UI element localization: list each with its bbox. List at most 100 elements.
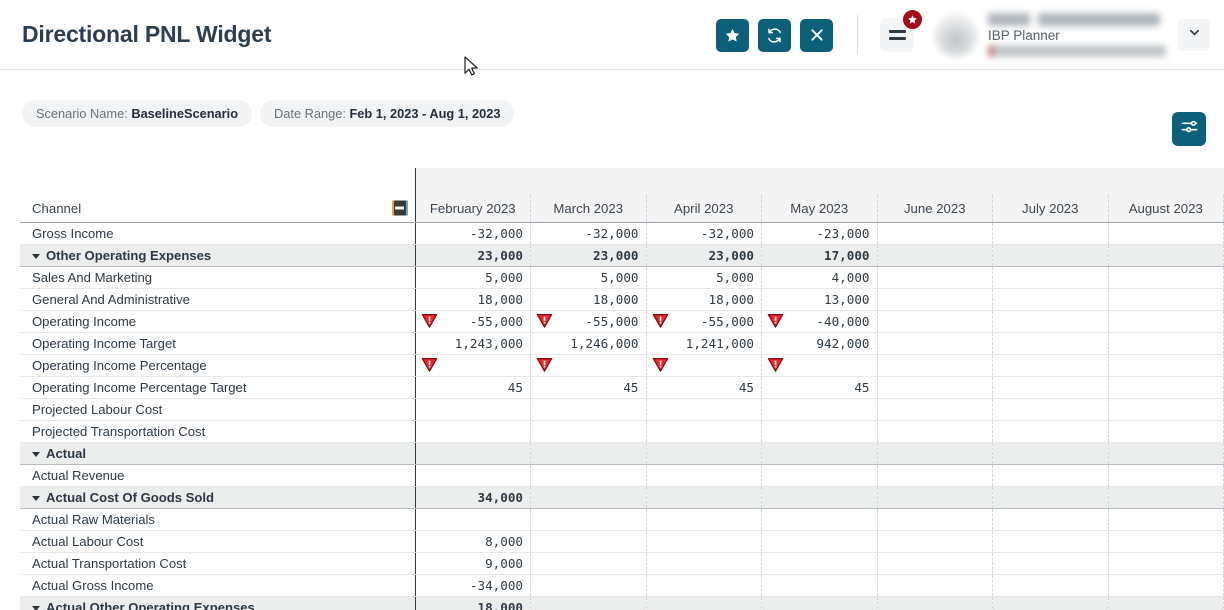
table-cell[interactable]: 18,000: [415, 596, 531, 610]
table-cell[interactable]: [646, 486, 762, 508]
table-cell[interactable]: [762, 420, 878, 442]
table-cell[interactable]: [877, 310, 993, 332]
favourite-button[interactable]: [716, 19, 749, 52]
table-cell[interactable]: [993, 354, 1109, 376]
table-cell[interactable]: [993, 574, 1109, 596]
table-cell[interactable]: [1108, 354, 1224, 376]
table-cell[interactable]: [1108, 376, 1224, 398]
table-row[interactable]: Actual Labour Cost8,000: [20, 530, 1224, 552]
column-header-channel[interactable]: Channel: [20, 195, 415, 222]
table-cell[interactable]: [993, 486, 1109, 508]
table-row[interactable]: Sales And Marketing5,0005,0005,0004,000: [20, 266, 1224, 288]
table-cell[interactable]: [762, 552, 878, 574]
table-cell[interactable]: 5,000: [531, 266, 647, 288]
table-row[interactable]: Operating Income-55,000-55,000-55,000-40…: [20, 310, 1224, 332]
table-cell[interactable]: [1108, 420, 1224, 442]
warning-alert-icon[interactable]: [421, 358, 438, 373]
date-range-pill[interactable]: Date Range: Feb 1, 2023 - Aug 1, 2023: [260, 100, 514, 127]
table-cell[interactable]: [993, 288, 1109, 310]
table-cell[interactable]: 9,000: [415, 552, 531, 574]
table-cell[interactable]: -55,000: [531, 310, 647, 332]
table-cell[interactable]: [993, 244, 1109, 266]
close-button[interactable]: [800, 19, 833, 52]
table-cell[interactable]: [415, 442, 531, 464]
table-cell[interactable]: [1108, 244, 1224, 266]
table-cell[interactable]: [415, 398, 531, 420]
table-cell[interactable]: [531, 508, 647, 530]
table-cell[interactable]: [993, 596, 1109, 610]
table-cell[interactable]: [877, 464, 993, 486]
table-cell[interactable]: -55,000: [646, 310, 762, 332]
table-cell[interactable]: 18,000: [531, 288, 647, 310]
table-cell[interactable]: [877, 486, 993, 508]
table-cell[interactable]: [762, 398, 878, 420]
row-label-cell[interactable]: Actual Raw Materials: [20, 508, 415, 530]
table-cell[interactable]: [993, 508, 1109, 530]
table-row[interactable]: Gross Income-32,000-32,000-32,000-23,000: [20, 222, 1224, 244]
row-label-cell[interactable]: Gross Income: [20, 222, 415, 244]
table-cell[interactable]: [415, 508, 531, 530]
table-row[interactable]: Actual Other Operating Expenses18,000: [20, 596, 1224, 610]
table-cell[interactable]: -55,000: [415, 310, 531, 332]
collapse-minus-icon[interactable]: [392, 201, 408, 216]
table-cell[interactable]: [646, 552, 762, 574]
table-cell[interactable]: [993, 398, 1109, 420]
table-cell[interactable]: 5,000: [646, 266, 762, 288]
table-cell[interactable]: [415, 420, 531, 442]
table-cell[interactable]: 45: [762, 376, 878, 398]
table-cell[interactable]: [762, 530, 878, 552]
table-cell[interactable]: [1108, 574, 1224, 596]
table-row[interactable]: Actual Raw Materials: [20, 508, 1224, 530]
table-cell[interactable]: [993, 442, 1109, 464]
table-cell[interactable]: [646, 464, 762, 486]
grid-settings-button[interactable]: [1172, 112, 1206, 146]
column-header-month[interactable]: April 2023: [646, 195, 762, 222]
table-cell[interactable]: [877, 530, 993, 552]
table-cell[interactable]: [531, 420, 647, 442]
table-cell[interactable]: [877, 266, 993, 288]
table-cell[interactable]: 45: [646, 376, 762, 398]
refresh-button[interactable]: [758, 19, 791, 52]
table-cell[interactable]: [1108, 310, 1224, 332]
table-cell[interactable]: [877, 420, 993, 442]
table-cell[interactable]: [1108, 398, 1224, 420]
table-row[interactable]: Operating Income Target1,243,0001,246,00…: [20, 332, 1224, 354]
expand-collapse-triangle-icon[interactable]: [32, 496, 40, 501]
table-row[interactable]: Operating Income Percentage: [20, 354, 1224, 376]
table-row[interactable]: Actual: [20, 442, 1224, 464]
row-label-cell[interactable]: Actual: [20, 442, 415, 464]
table-cell[interactable]: -32,000: [415, 222, 531, 244]
table-cell[interactable]: -34,000: [415, 574, 531, 596]
table-cell[interactable]: [531, 442, 647, 464]
table-cell[interactable]: [877, 332, 993, 354]
table-cell[interactable]: [415, 464, 531, 486]
table-cell[interactable]: 1,241,000: [646, 332, 762, 354]
table-cell[interactable]: [1108, 332, 1224, 354]
column-header-month[interactable]: August 2023: [1108, 195, 1224, 222]
table-cell[interactable]: [531, 574, 647, 596]
table-cell[interactable]: [1108, 596, 1224, 610]
table-cell[interactable]: 1,243,000: [415, 332, 531, 354]
row-label-cell[interactable]: Actual Transportation Cost: [20, 552, 415, 574]
table-row[interactable]: Projected Transportation Cost: [20, 420, 1224, 442]
table-cell[interactable]: [646, 596, 762, 610]
expand-collapse-triangle-icon[interactable]: [32, 452, 40, 457]
table-cell[interactable]: -32,000: [531, 222, 647, 244]
table-cell[interactable]: [531, 552, 647, 574]
table-cell[interactable]: [1108, 288, 1224, 310]
row-label-cell[interactable]: Other Operating Expenses: [20, 244, 415, 266]
table-cell[interactable]: [1108, 508, 1224, 530]
expand-collapse-triangle-icon[interactable]: [32, 606, 40, 610]
table-cell[interactable]: [762, 508, 878, 530]
table-cell[interactable]: [646, 530, 762, 552]
column-header-month[interactable]: February 2023: [415, 195, 531, 222]
table-row[interactable]: Actual Revenue: [20, 464, 1224, 486]
table-cell[interactable]: [531, 354, 647, 376]
pnl-grid[interactable]: Channel February 2023March 2023April 202…: [20, 168, 1224, 610]
warning-alert-icon[interactable]: [652, 358, 669, 373]
table-cell[interactable]: [877, 596, 993, 610]
table-cell[interactable]: [877, 288, 993, 310]
table-cell[interactable]: [531, 596, 647, 610]
warning-alert-icon[interactable]: [421, 314, 438, 329]
table-cell[interactable]: 942,000: [762, 332, 878, 354]
